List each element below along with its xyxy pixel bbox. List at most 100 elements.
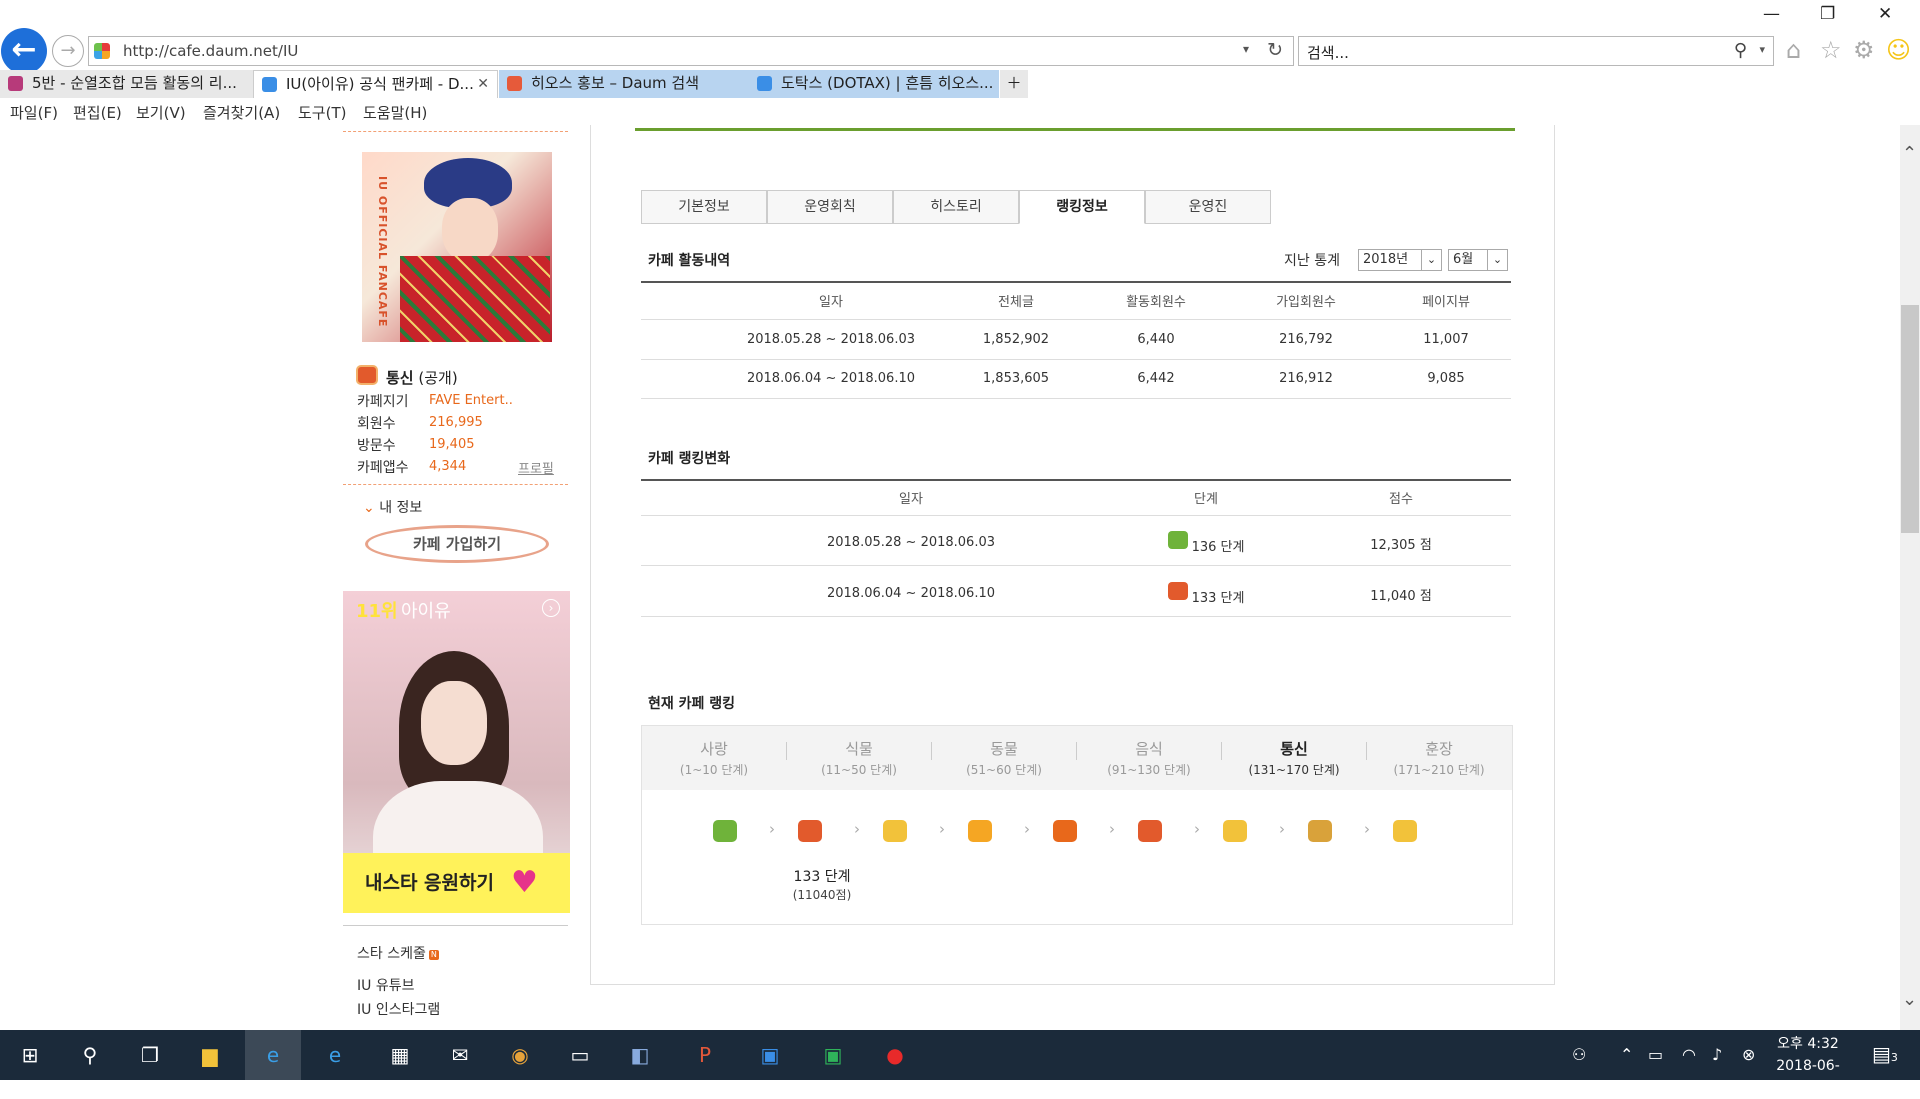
stage-icon-7 [1223,820,1247,842]
chevron-down-icon: ⌄ [1421,250,1441,270]
favorites-star-icon[interactable]: ☆ [1820,36,1842,64]
search-input[interactable]: 검색... [1307,42,1349,63]
terminal-icon[interactable]: ▭ [565,1040,595,1070]
start-windows-icon[interactable]: ⊞ [15,1040,45,1070]
minimize-button[interactable]: — [1763,4,1780,24]
menu-edit[interactable]: 편집(E) [73,102,122,123]
category-love[interactable]: 사랑 (1~10 단계) [642,738,786,778]
divider [343,484,568,485]
category-name: 음식 [1135,740,1163,758]
new-tab-button[interactable]: ＋ [1000,70,1028,98]
row1-date: 2018.05.28 ~ 2018.06.03 [746,332,916,347]
tab-3[interactable]: 히오스 홍보 – Daum 검색 [499,70,749,98]
tab-rules[interactable]: 운영회칙 [767,190,893,224]
image-body-shape [400,256,550,342]
app-green-icon[interactable]: ▣ [818,1040,848,1070]
home-icon[interactable]: ⌂ [1786,36,1801,64]
category-medal[interactable]: 훈장 (171~210 단계) [1367,738,1511,778]
chevron-down-icon: ⌄ [1487,250,1507,270]
tab-close-icon[interactable]: ✕ [477,71,489,97]
scroll-up-icon[interactable]: ⌃ [1902,143,1917,164]
search-icon[interactable]: ⚲ [75,1040,105,1070]
current-level: 133 단계 [793,869,851,885]
iu-youtube-link[interactable]: IU 유튜브 [357,975,414,995]
my-info-toggle[interactable]: ⌄ 내 정보 [363,497,422,517]
tab-staff[interactable]: 운영진 [1145,190,1271,224]
battery-icon[interactable]: ▭ [1648,1045,1663,1064]
menu-view[interactable]: 보기(V) [136,102,186,123]
ime-close-icon[interactable]: ⊗ [1742,1045,1755,1064]
search-box[interactable]: 검색... ⚲ ▾ [1298,36,1774,66]
year-select[interactable]: 2018년 ⌄ [1358,249,1442,271]
refresh-icon[interactable]: ↻ [1267,39,1283,61]
tab-favicon-icon [8,76,23,91]
stage-icon-8 [1308,820,1332,842]
row1-joined: 216,792 [1279,332,1333,347]
task-view-icon[interactable]: ❐ [135,1040,165,1070]
app-blue-icon[interactable]: ▣ [755,1040,785,1070]
search-icon[interactable]: ⚲ [1734,40,1747,61]
notification-center-icon[interactable]: ▤3 [1872,1042,1898,1066]
back-button[interactable]: ← [1,28,47,74]
scrollbar-thumb[interactable] [1901,305,1919,533]
edge-icon[interactable]: e [320,1040,350,1070]
category-plant[interactable]: 식물 (11~50 단계) [787,738,931,778]
stat-label: 카페앱수 [357,460,409,476]
forward-button[interactable]: → [52,35,84,67]
cheer-star-button[interactable]: 내스타 응원하기 ♥ [343,853,570,913]
menu-tools[interactable]: 도구(T) [298,102,346,123]
stat-value: 4,344 [429,459,467,474]
tab-basic-info[interactable]: 기본정보 [641,190,767,224]
tab-4[interactable]: 도탁스 (DOTAX) | 흔틈 히오스... [749,70,999,98]
category-telecom-active[interactable]: 통신 (131~170 단계) [1222,738,1366,778]
file-explorer-icon[interactable]: ▆ [195,1040,225,1070]
powerpoint-icon[interactable]: P [690,1040,720,1070]
smiley-feedback-icon[interactable]: ☺ [1886,36,1911,64]
chevron-up-icon[interactable]: ⌃ [1620,1045,1633,1064]
current-ranking-box: 사랑 (1~10 단계) 식물 (11~50 단계) 동물 (51~60 단계) 음식… [641,725,1513,925]
category-food[interactable]: 음식 (91~130 단계) [1077,738,1221,778]
system-clock[interactable]: 오후 4:32 2018-06-15 [1768,1033,1848,1099]
chrome-icon[interactable]: ◉ [505,1040,535,1070]
month-select[interactable]: 6월 ⌄ [1448,249,1508,271]
menu-favorites[interactable]: 즐겨찾기(A) [203,102,280,123]
rank-row2-level: 133 단계 [1121,582,1291,606]
browser-chrome: ← → http://cafe.daum.net/IU ▾ ↻ 검색... ⚲ … [0,0,1920,125]
iu-instagram-link[interactable]: IU 인스타그램 [357,999,440,1019]
wifi-icon[interactable]: ◠ [1682,1045,1696,1064]
cafe-profile-image[interactable]: IU OFFICIAL FANCAFE [362,152,552,342]
tab-1[interactable]: 5반 - 순열조합 모듬 활동의 리... [0,70,253,98]
menu-help[interactable]: 도움말(H) [363,102,427,123]
address-url[interactable]: http://cafe.daum.net/IU [123,42,298,60]
record-icon[interactable]: ● [880,1040,910,1070]
settings-gear-icon[interactable]: ⚙ [1853,36,1875,64]
menu-file[interactable]: 파일(F) [10,102,58,123]
row-divider [641,565,1511,566]
stage-icon-1 [713,820,737,842]
join-cafe-button[interactable]: 카페 가입하기 [365,525,549,563]
store-icon[interactable]: ▦ [385,1040,415,1070]
address-bar[interactable]: http://cafe.daum.net/IU ▾ ↻ [88,36,1294,66]
notes-app-icon[interactable]: ◧ [625,1040,655,1070]
search-dropdown-icon[interactable]: ▾ [1759,43,1765,56]
maximize-button[interactable]: ❐ [1820,4,1835,24]
address-dropdown-icon[interactable]: ▾ [1243,42,1249,56]
stat-value[interactable]: FAVE Entert.. [429,393,513,408]
cheer-star-label: 내스타 응원하기 [365,872,494,894]
page-scrollbar[interactable]: ⌃ ⌄ [1900,125,1920,1030]
star-schedule-link[interactable]: 스타 스케줄 N [357,943,439,963]
tab-history[interactable]: 히스토리 [893,190,1019,224]
profile-link[interactable]: 프로필 [518,458,554,477]
row2-joined: 216,912 [1279,371,1333,386]
people-icon[interactable]: ⚇ [1572,1045,1586,1064]
close-window-button[interactable]: ✕ [1878,4,1892,24]
star-more-icon[interactable]: › [542,599,560,617]
mail-icon[interactable]: ✉ [445,1040,475,1070]
tab-ranking-info[interactable]: 랭킹정보 [1019,190,1145,224]
tab-2-active[interactable]: IU(아이유) 공식 팬카페 - D... ✕ [253,70,498,98]
category-animal[interactable]: 동물 (51~60 단계) [932,738,1076,778]
level-text: 136 단계 [1191,540,1245,555]
scroll-down-icon[interactable]: ⌄ [1902,989,1917,1010]
volume-icon[interactable]: ♪ [1712,1045,1722,1064]
internet-explorer-icon[interactable]: e [245,1030,301,1080]
